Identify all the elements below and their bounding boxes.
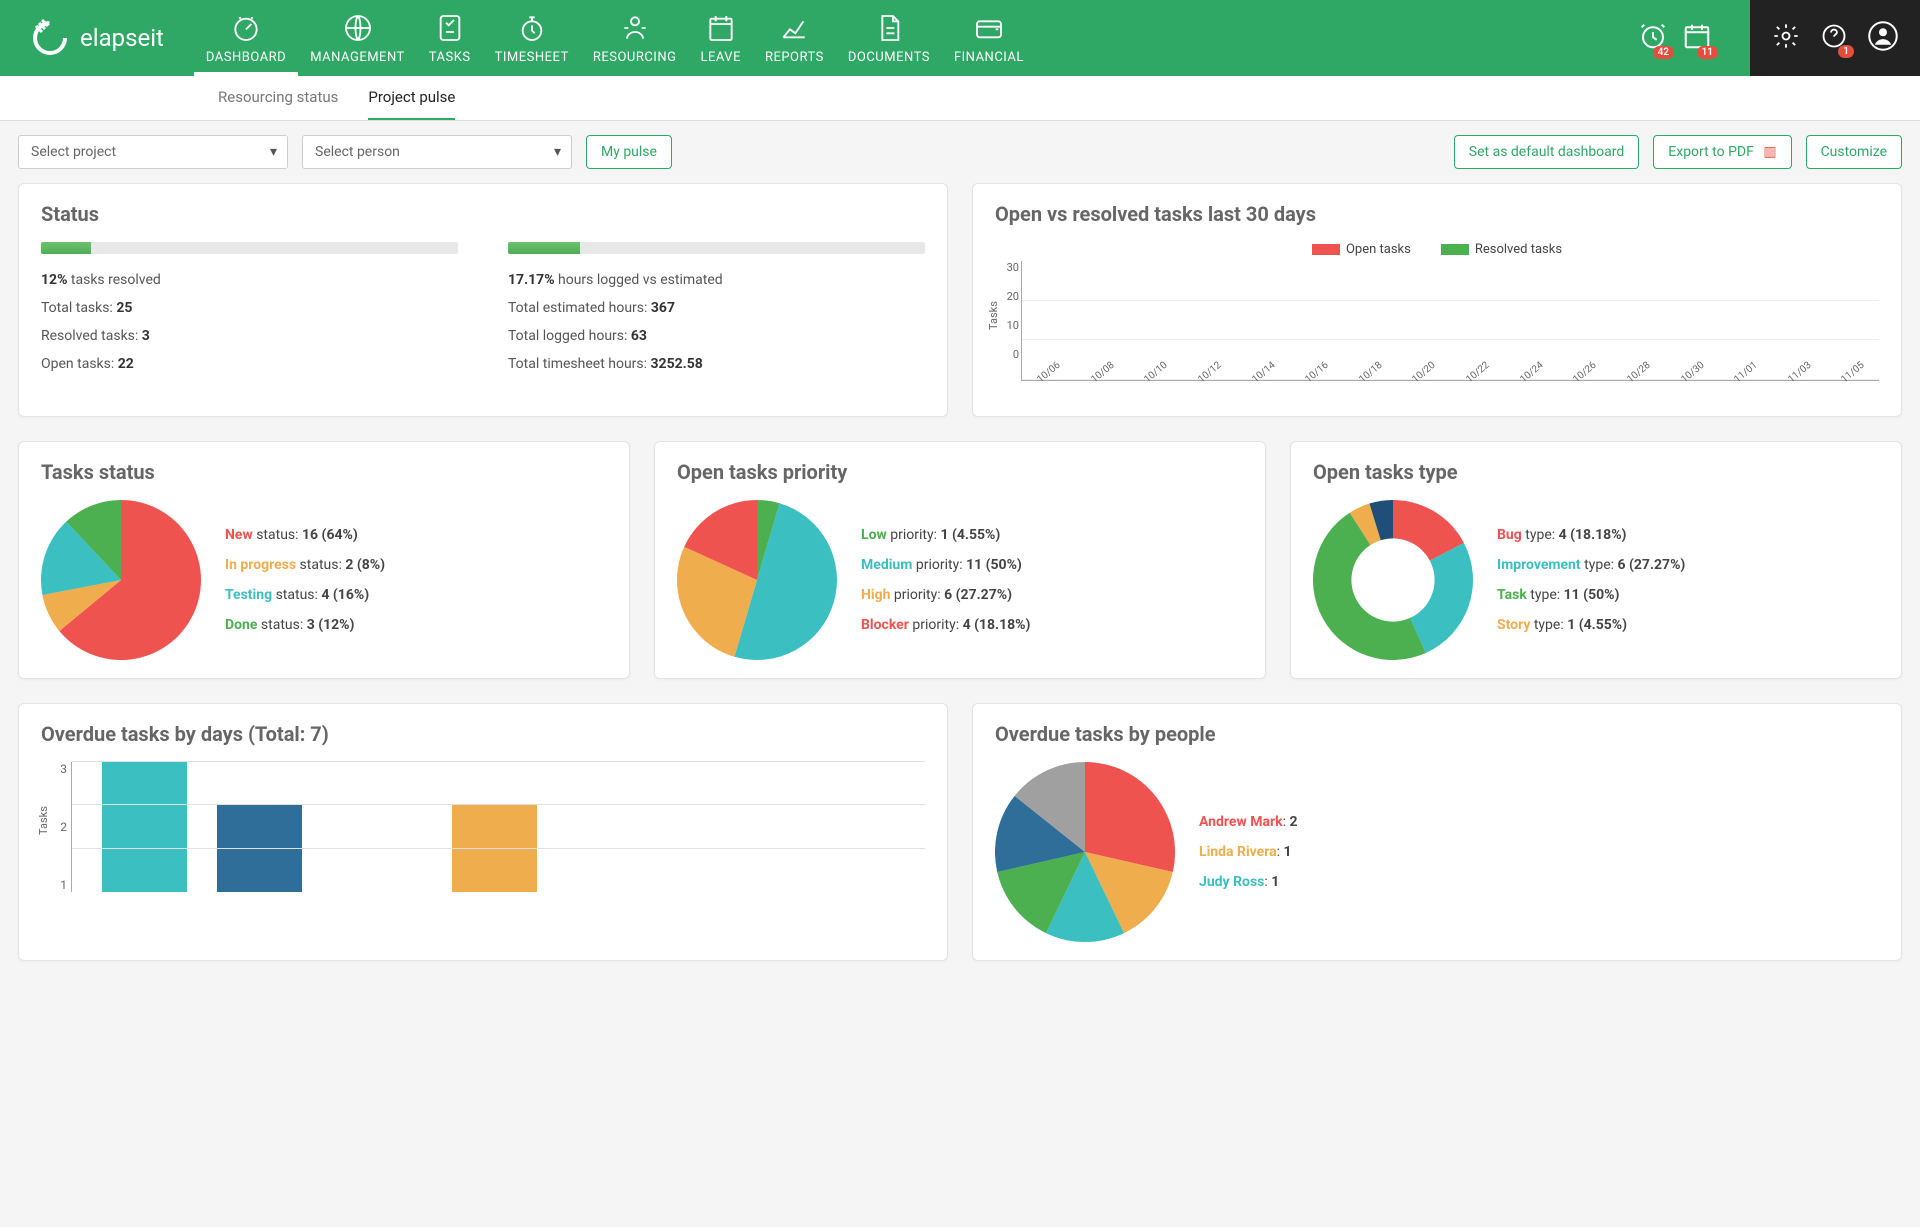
- open-type-card: Open tasks type Bug type: 4 (18.18%) Impr…: [1290, 441, 1902, 679]
- open-priority-card: Open tasks priority Low priority: 1 (4.5…: [654, 441, 1266, 679]
- help-badge: 1: [1838, 45, 1854, 58]
- nav-right: 42 11 1: [1638, 0, 1920, 76]
- select-person[interactable]: Select person: [302, 135, 572, 169]
- time-alert-icon[interactable]: 42: [1638, 21, 1668, 55]
- help-icon[interactable]: 1: [1820, 22, 1848, 54]
- dashboard-grid: Status 12% tasks resolved Total tasks: 2…: [0, 183, 1920, 979]
- legend-item: High priority: 6 (27.27%): [861, 587, 1030, 603]
- stat-line: Total tasks: 25: [41, 300, 458, 316]
- legend-item: Blocker priority: 4 (18.18%): [861, 617, 1030, 633]
- card-title: Overdue tasks by people: [995, 722, 1879, 746]
- card-title: Open tasks type: [1313, 460, 1879, 484]
- export-pdf-button[interactable]: Export to PDF ▥: [1653, 135, 1791, 169]
- legend-item: Linda Rivera: 1: [1199, 844, 1298, 860]
- main-nav: DASHBOARDMANAGEMENTTASKSTIMESHEETRESOURC…: [194, 2, 1638, 75]
- bar: [217, 805, 302, 892]
- avatar-icon[interactable]: [1868, 21, 1898, 55]
- card-title: Overdue tasks by days (Total: 7): [41, 722, 925, 746]
- pie-legend: Andrew Mark: 2 Linda Rivera: 1 Judy Ross: …: [1199, 814, 1298, 890]
- overdue-days-chart: Tasks 321: [71, 762, 925, 892]
- nav-item-tasks[interactable]: TASKS: [417, 2, 483, 75]
- tasks-icon: [434, 12, 466, 44]
- set-default-button[interactable]: Set as default dashboard: [1454, 135, 1640, 169]
- reports-icon: [778, 12, 810, 44]
- select-project[interactable]: Select project: [18, 135, 288, 169]
- stat-line: Total timesheet hours: 3252.58: [508, 356, 925, 372]
- card-title: Status: [41, 202, 925, 226]
- pdf-icon: ▥: [1763, 144, 1776, 160]
- legend-item: Testing status: 4 (16%): [225, 587, 385, 603]
- status-card: Status 12% tasks resolved Total tasks: 2…: [18, 183, 948, 417]
- calendar-alert-icon[interactable]: 11: [1682, 21, 1712, 55]
- financial-icon: [973, 12, 1005, 44]
- time-badge: 42: [1653, 46, 1674, 59]
- overdue-people-pie: [995, 762, 1175, 942]
- nav-item-leave[interactable]: LEAVE: [688, 2, 752, 75]
- open-vs-resolved-card: Open vs resolved tasks last 30 days Open…: [972, 183, 1902, 417]
- legend-item: Medium priority: 11 (50%): [861, 557, 1030, 573]
- dashboard-icon: [230, 12, 262, 44]
- nav-item-timesheet[interactable]: TIMESHEET: [483, 2, 581, 75]
- open-priority-pie: [677, 500, 837, 660]
- bar: [102, 762, 187, 892]
- resourcing-icon: [619, 12, 651, 44]
- card-title: Open tasks priority: [677, 460, 1243, 484]
- legend-item: Judy Ross: 1: [1199, 874, 1298, 890]
- overdue-days-card: Overdue tasks by days (Total: 7) Tasks 3…: [18, 703, 948, 961]
- pie-legend: Bug type: 4 (18.18%) Improvement type: 6 …: [1497, 527, 1685, 633]
- topbar: elapseit DASHBOARDMANAGEMENTTASKSTIMESHE…: [0, 0, 1920, 76]
- nav-item-dashboard[interactable]: DASHBOARD: [194, 2, 298, 75]
- stat-line: Open tasks: 22: [41, 356, 458, 372]
- nav-item-documents[interactable]: DOCUMENTS: [836, 2, 942, 75]
- legend-item: New status: 16 (64%): [225, 527, 385, 543]
- calendar-badge: 11: [1697, 46, 1718, 59]
- customize-button[interactable]: Customize: [1806, 135, 1902, 169]
- nav-item-management[interactable]: MANAGEMENT: [298, 2, 417, 75]
- nav-item-financial[interactable]: FINANCIAL: [942, 2, 1036, 75]
- subnav-resourcing-status[interactable]: Resourcing status: [218, 76, 338, 120]
- my-pulse-button[interactable]: My pulse: [586, 135, 672, 169]
- legend-item: Task type: 11 (50%): [1497, 587, 1685, 603]
- tasks-status-pie: [41, 500, 201, 660]
- brand-icon: [30, 18, 70, 58]
- tasks-status-card: Tasks status New status: 16 (64%) In prog…: [18, 441, 630, 679]
- stat-line: Resolved tasks: 3: [41, 328, 458, 344]
- toolbar: Select project Select person My pulse Se…: [0, 121, 1920, 183]
- documents-icon: [873, 12, 905, 44]
- nav-item-resourcing[interactable]: RESOURCING: [581, 2, 689, 75]
- overdue-people-card: Overdue tasks by people Andrew Mark: 2 Li…: [972, 703, 1902, 961]
- legend-item: Low priority: 1 (4.55%): [861, 527, 1030, 543]
- timesheet-icon: [516, 12, 548, 44]
- pie-legend: New status: 16 (64%) In progress status: …: [225, 527, 385, 633]
- subnav-project-pulse[interactable]: Project pulse: [368, 76, 455, 120]
- legend-item: In progress status: 2 (8%): [225, 557, 385, 573]
- legend-item: Story type: 1 (4.55%): [1497, 617, 1685, 633]
- stat-line: Total logged hours: 63: [508, 328, 925, 344]
- brand[interactable]: elapseit: [0, 18, 194, 58]
- status-col-tasks: 12% tasks resolved Total tasks: 25Resolv…: [41, 242, 458, 384]
- legend-item: Improvement type: 6 (27.27%): [1497, 557, 1685, 573]
- card-title: Open vs resolved tasks last 30 days: [995, 202, 1879, 226]
- pie-legend: Low priority: 1 (4.55%) Medium priority: …: [861, 527, 1030, 633]
- gear-icon[interactable]: [1772, 22, 1800, 54]
- chart-legend: Open tasks Resolved tasks: [995, 242, 1879, 257]
- leave-icon: [705, 12, 737, 44]
- legend-item: Andrew Mark: 2: [1199, 814, 1298, 830]
- legend-item: Bug type: 4 (18.18%): [1497, 527, 1685, 543]
- nav-dark-section: 1: [1750, 0, 1920, 76]
- status-col-hours: 17.17% hours logged vs estimated Total e…: [508, 242, 925, 384]
- bar: [452, 805, 537, 892]
- management-icon: [342, 12, 374, 44]
- open-type-donut: [1313, 500, 1473, 660]
- legend-item: Done status: 3 (12%): [225, 617, 385, 633]
- nav-item-reports[interactable]: REPORTS: [753, 2, 836, 75]
- brand-name: elapseit: [80, 24, 164, 52]
- stat-line: Total estimated hours: 367: [508, 300, 925, 316]
- card-title: Tasks status: [41, 460, 607, 484]
- subnav: Resourcing status Project pulse: [0, 76, 1920, 121]
